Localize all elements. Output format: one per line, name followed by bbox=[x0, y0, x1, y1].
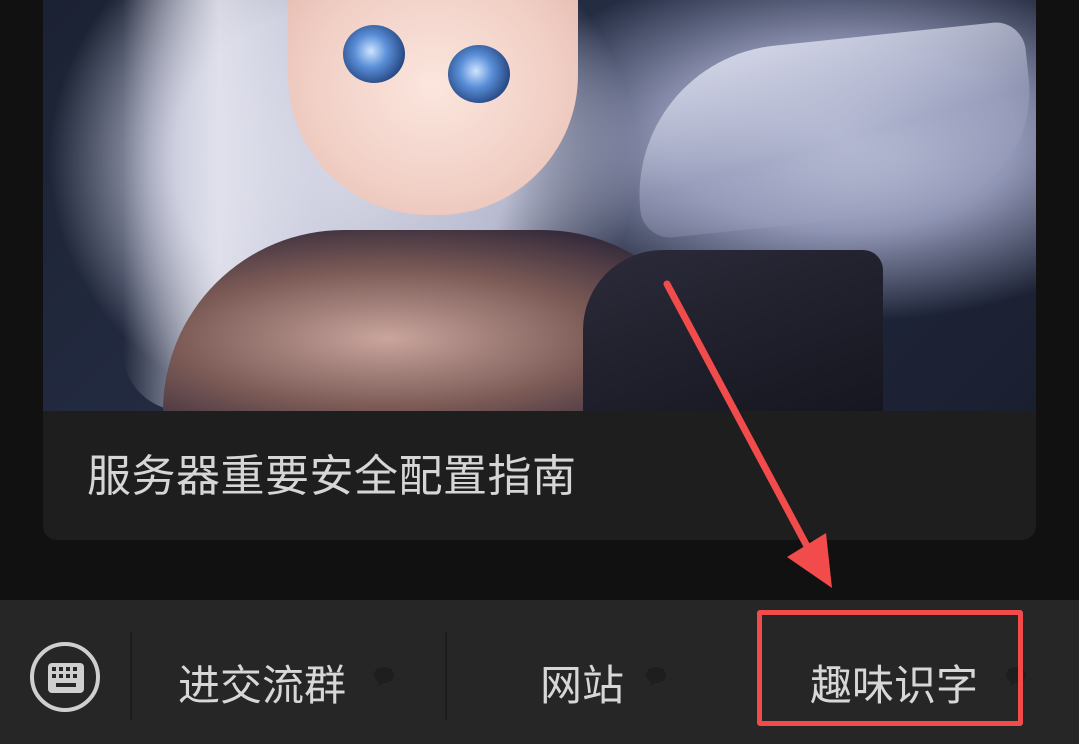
annotation-arrow bbox=[663, 280, 832, 588]
